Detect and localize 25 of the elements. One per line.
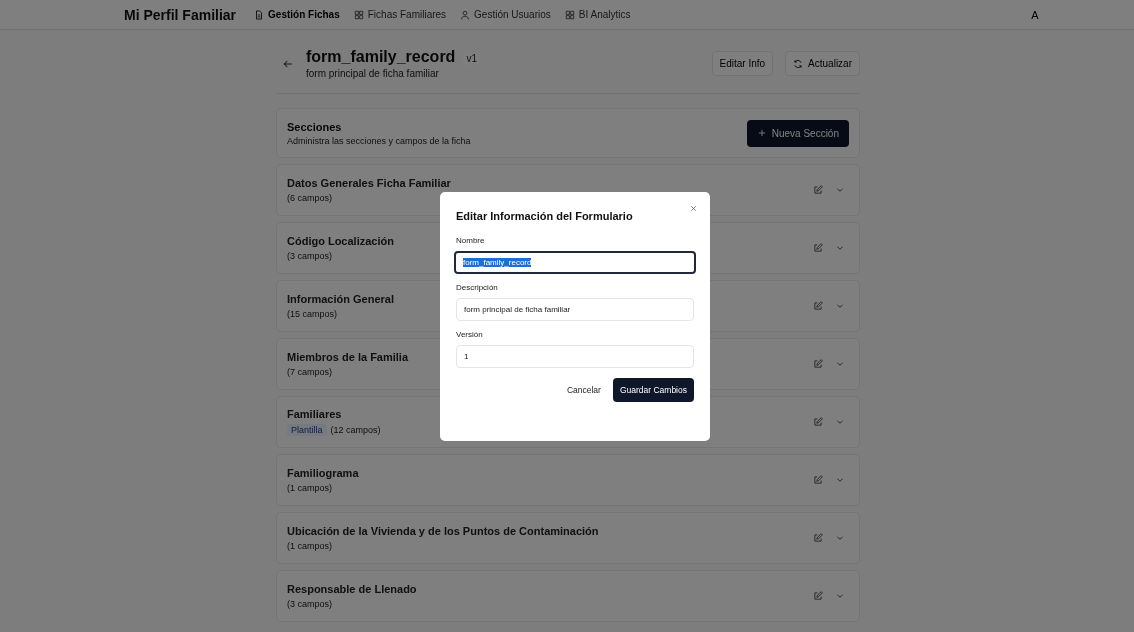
section-title: Ubicación de la Vivienda y de los Puntos de Contaminación [287, 525, 599, 537]
field-label: Versión [456, 330, 484, 339]
field-count: (1 campos) [287, 483, 332, 493]
section-title: Código Localización [287, 235, 394, 247]
field-count: (3 campos) [287, 251, 332, 261]
field-count: (15 campos) [287, 309, 338, 319]
section-title: Familiares [287, 408, 343, 420]
section-title: Responsable de Llenado [287, 583, 417, 595]
card-subtitle: Administra las secciones y campos de la ficha [287, 135, 471, 146]
field-count: (6 campos) [287, 193, 332, 203]
version-label: v1 [463, 52, 480, 65]
section-title: Familiograma [287, 467, 359, 479]
field-count: (7 campos) [287, 367, 332, 377]
field-count: (12 campos) [330, 425, 381, 435]
card-title: Secciones [287, 120, 343, 133]
section-title: Datos Generales Ficha Familiar [287, 177, 451, 189]
field-label: Nombre [456, 236, 486, 245]
form-title: form_family_record [306, 48, 456, 66]
field-count: (1 campos) [287, 541, 332, 551]
section-title: Miembros de la Familia [287, 351, 409, 363]
section-title: Información General [287, 293, 394, 305]
field-label: Descripción [456, 283, 499, 292]
field-count: (3 campos) [287, 599, 332, 609]
form-description: form principal de ficha familiar [306, 68, 440, 79]
template-badge: Plantilla [287, 424, 327, 436]
